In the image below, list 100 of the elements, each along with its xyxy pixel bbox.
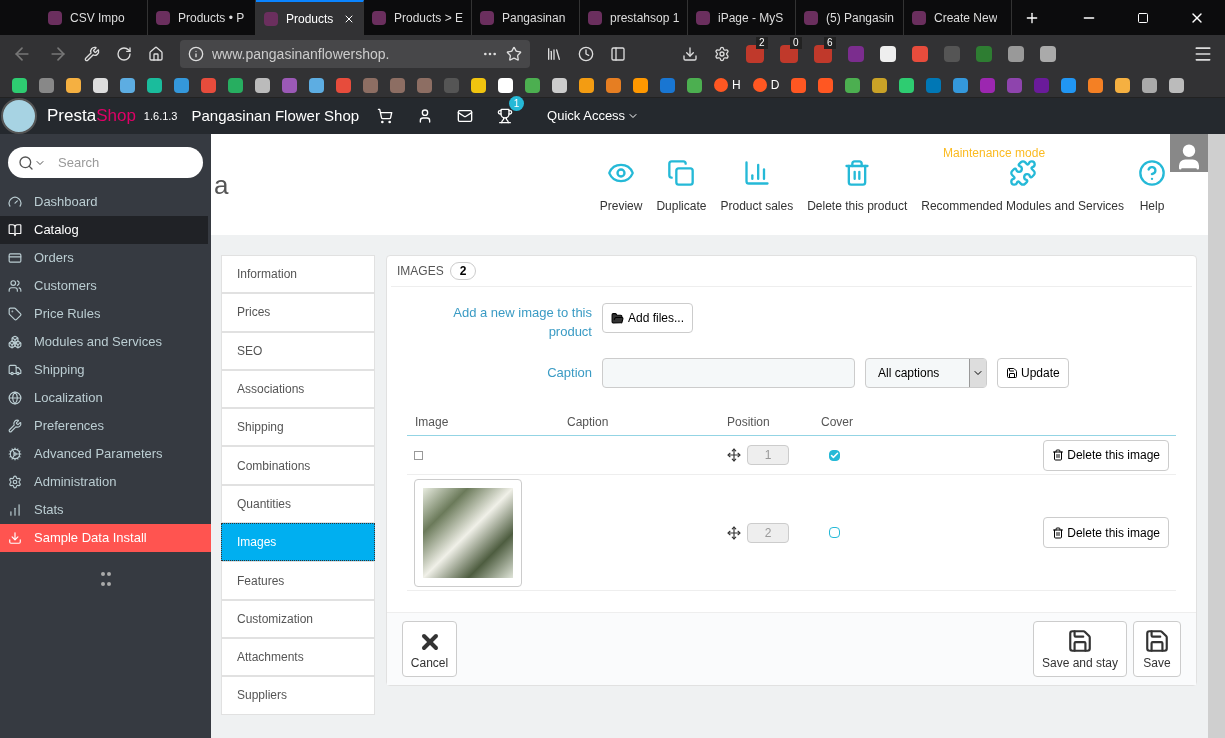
sidebar-item[interactable]: Orders bbox=[0, 244, 211, 272]
bookmark-icon[interactable] bbox=[498, 77, 513, 93]
cover-checkbox[interactable] bbox=[829, 449, 840, 461]
save-and-stay-button[interactable]: Save and stay bbox=[1033, 621, 1127, 677]
toolbar-action[interactable]: Recommended Modules and Services bbox=[921, 159, 1124, 215]
product-tab[interactable]: Information bbox=[221, 255, 375, 294]
sidebar-item[interactable]: Localization bbox=[0, 384, 211, 412]
product-tab[interactable]: SEO bbox=[221, 331, 375, 370]
library-icon[interactable] bbox=[546, 46, 562, 62]
bookmark-icon[interactable] bbox=[579, 77, 594, 93]
cover-checkbox[interactable] bbox=[829, 527, 840, 538]
reload-icon[interactable] bbox=[116, 46, 132, 62]
sidebar-item[interactable]: Catalog bbox=[0, 216, 208, 244]
bookmark-icon[interactable] bbox=[633, 77, 648, 93]
sidebar-icon[interactable] bbox=[610, 46, 626, 62]
toolbar-action[interactable]: Help bbox=[1138, 159, 1166, 215]
extension-icon[interactable] bbox=[1008, 46, 1024, 62]
toolbar-action[interactable]: Delete this product bbox=[807, 159, 908, 215]
bookmark-icon[interactable] bbox=[93, 77, 108, 93]
maximize-icon[interactable] bbox=[1137, 11, 1149, 24]
shop-name: Pangasinan Flower Shop bbox=[191, 105, 360, 126]
tab-title: Products • P bbox=[178, 9, 245, 27]
toolbar-action[interactable]: Duplicate bbox=[656, 159, 707, 215]
bookmark-star-icon[interactable] bbox=[506, 46, 522, 62]
delete-image-button[interactable]: Delete this image bbox=[1043, 439, 1169, 471]
version-text: 1.6.1.3 bbox=[143, 108, 178, 124]
sidebar-item[interactable]: Dashboard bbox=[0, 188, 211, 216]
bookmark-icon[interactable] bbox=[120, 77, 135, 93]
extension-icon[interactable] bbox=[746, 45, 764, 63]
avatar-icon[interactable] bbox=[1170, 134, 1208, 172]
save-button[interactable]: Save bbox=[1133, 621, 1181, 677]
bookmark-icon[interactable] bbox=[12, 77, 27, 93]
tab-favicon-icon bbox=[372, 10, 386, 25]
menu-icon[interactable] bbox=[1193, 44, 1213, 64]
clock-icon[interactable] bbox=[578, 46, 594, 62]
menu-item-icon bbox=[8, 419, 22, 433]
bookmark-icon[interactable] bbox=[471, 77, 486, 93]
cancel-button[interactable]: Cancel bbox=[402, 621, 457, 677]
drag-handle-icon[interactable] bbox=[727, 448, 741, 462]
product-tab[interactable]: Combinations bbox=[221, 446, 375, 485]
toolbar-action[interactable]: Preview bbox=[599, 159, 643, 215]
product-tab[interactable]: Suppliers bbox=[221, 676, 375, 715]
bookmark-icon[interactable] bbox=[66, 77, 81, 93]
search-field[interactable]: Search bbox=[8, 147, 203, 178]
product-tab[interactable]: Attachments bbox=[221, 637, 375, 677]
product-tab[interactable]: Customization bbox=[221, 599, 375, 638]
brand-logo: PrestaShop bbox=[47, 105, 136, 128]
product-tab[interactable]: Shipping bbox=[221, 408, 375, 447]
bookmark-icon[interactable] bbox=[1115, 77, 1131, 93]
bookmark-icon[interactable] bbox=[309, 77, 324, 93]
trophy-icon[interactable] bbox=[497, 108, 514, 124]
browser-tab[interactable]: Products bbox=[256, 0, 364, 35]
extension-icon[interactable] bbox=[814, 45, 832, 63]
home-icon[interactable] bbox=[148, 46, 164, 62]
caption-select[interactable]: All captions bbox=[865, 358, 987, 388]
add-files-button[interactable]: Add files... bbox=[602, 303, 694, 333]
bookmark-icon[interactable] bbox=[1142, 77, 1158, 93]
bookmark-item[interactable]: D bbox=[752, 76, 780, 94]
wrench-icon[interactable] bbox=[84, 46, 100, 62]
quick-access-button[interactable]: Quick Access bbox=[547, 106, 640, 126]
sidebar-item[interactable]: Administration bbox=[0, 468, 211, 496]
sidebar-item[interactable]: Customers bbox=[0, 272, 211, 300]
sidebar-item[interactable]: Advanced Parameters bbox=[0, 440, 211, 468]
bookmark-item[interactable]: H bbox=[714, 76, 741, 94]
sidebar-item[interactable]: Modules and Services bbox=[0, 328, 211, 356]
download-icon[interactable] bbox=[682, 46, 698, 62]
product-tab[interactable]: Prices bbox=[221, 293, 375, 332]
caption-field[interactable] bbox=[602, 358, 855, 388]
trash-icon bbox=[1052, 449, 1065, 461]
save-icon bbox=[1067, 628, 1093, 654]
product-tab[interactable]: Features bbox=[221, 561, 375, 600]
sidebar-item[interactable]: Preferences bbox=[0, 412, 211, 440]
menu-item-icon bbox=[8, 391, 22, 405]
sidebar-item[interactable]: Stats bbox=[0, 496, 211, 524]
gear-icon[interactable] bbox=[714, 46, 730, 62]
address-bar[interactable]: www.pangasinanflowershop. bbox=[180, 40, 530, 68]
extension-icon[interactable] bbox=[912, 46, 928, 62]
bookmark-icon[interactable] bbox=[872, 77, 888, 93]
product-tab[interactable]: Associations bbox=[221, 369, 375, 409]
sidebar-item[interactable]: Price Rules bbox=[0, 300, 211, 328]
extension-icon[interactable] bbox=[780, 45, 798, 63]
bookmark-icon[interactable] bbox=[147, 77, 162, 93]
cart-icon[interactable] bbox=[377, 108, 394, 124]
delete-image-button[interactable]: Delete this image bbox=[1043, 517, 1169, 548]
sidebar-item[interactable]: Shipping bbox=[0, 356, 211, 384]
mail-icon[interactable] bbox=[457, 108, 474, 124]
tab-title: Create New bbox=[934, 9, 998, 27]
extension-icon[interactable] bbox=[1040, 46, 1056, 62]
collapse-icon[interactable] bbox=[100, 572, 111, 586]
bookmark-icon[interactable] bbox=[899, 77, 915, 93]
drag-handle-icon[interactable] bbox=[727, 525, 741, 540]
update-button[interactable]: Update bbox=[997, 358, 1069, 388]
extension-icon[interactable] bbox=[880, 46, 896, 62]
product-tab[interactable]: Quantities bbox=[221, 484, 375, 524]
row-checkbox[interactable] bbox=[414, 450, 423, 460]
toolbar-action[interactable]: Product sales bbox=[720, 159, 794, 215]
bookmark-icon[interactable] bbox=[552, 77, 567, 93]
scrollbar[interactable] bbox=[1208, 134, 1225, 738]
bookmark-icon[interactable] bbox=[255, 77, 270, 93]
bookmark-icon[interactable] bbox=[1169, 77, 1185, 93]
